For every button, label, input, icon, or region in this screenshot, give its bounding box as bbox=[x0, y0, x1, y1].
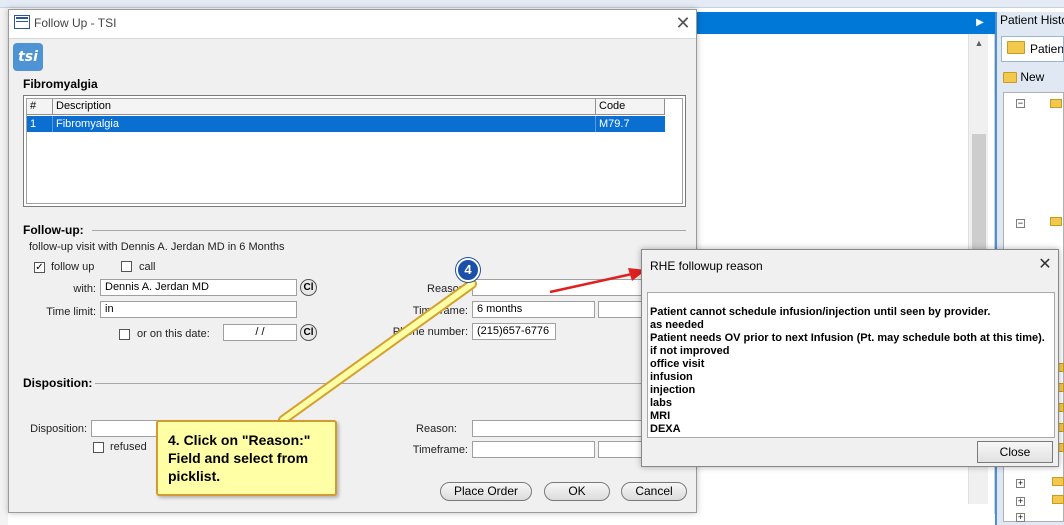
list-item[interactable]: office visit bbox=[648, 358, 1054, 371]
reason-picklist-popup: RHE followup reason ✕ Patient cannot sch… bbox=[641, 249, 1059, 467]
list-item[interactable]: injection bbox=[648, 384, 1054, 397]
list-item[interactable]: DEXA bbox=[648, 423, 1054, 436]
list-item[interactable]: infusion bbox=[648, 371, 1054, 384]
list-item[interactable]: labs bbox=[648, 397, 1054, 410]
step-number-badge: 4 bbox=[456, 258, 480, 282]
list-item[interactable]: MRI bbox=[648, 410, 1054, 423]
popup-close-button[interactable]: Close bbox=[977, 441, 1053, 463]
list-item[interactable]: Patient cannot schedule infusion/injecti… bbox=[648, 306, 1054, 319]
popup-title: RHE followup reason bbox=[650, 259, 763, 273]
list-item[interactable]: if not improved bbox=[648, 345, 1054, 358]
red-arrow-line bbox=[549, 272, 633, 294]
callout-pointer-fill bbox=[280, 281, 475, 423]
list-item[interactable]: as needed bbox=[648, 319, 1054, 332]
instruction-callout: 4. Click on "Reason:" Field and select f… bbox=[156, 420, 337, 496]
list-item[interactable]: Patient needs OV prior to next Infusion … bbox=[648, 332, 1054, 345]
reason-list[interactable]: Patient cannot schedule infusion/injecti… bbox=[647, 292, 1055, 438]
close-icon[interactable]: ✕ bbox=[1035, 255, 1055, 275]
